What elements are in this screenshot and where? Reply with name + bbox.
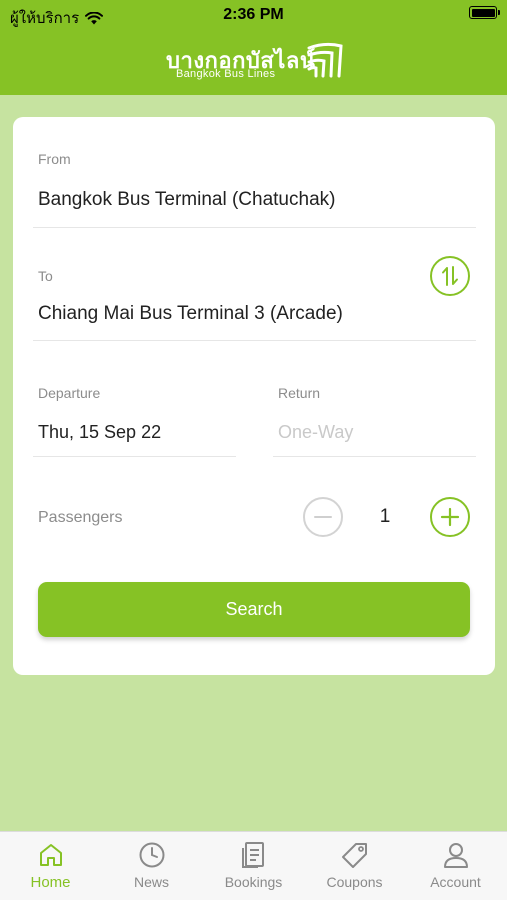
return-field[interactable]: One-Way (278, 422, 353, 443)
status-bar: ผู้ให้บริการ 2:36 PM (0, 0, 507, 30)
tab-bookings-label: Bookings (224, 874, 283, 890)
bottom-tab-bar: Home News Bookings Coupons Account (0, 831, 507, 900)
logo-english-text: Bangkok Bus Lines (176, 68, 276, 80)
search-form-card: From Bangkok Bus Terminal (Chatuchak) To… (13, 117, 495, 675)
tab-account-label: Account (430, 874, 481, 890)
from-field[interactable]: Bangkok Bus Terminal (Chatuchak) (38, 189, 335, 211)
departure-label: Departure (38, 385, 101, 401)
tab-account[interactable]: Account (405, 832, 506, 900)
app-header: ผู้ให้บริการ 2:36 PM บางกอกบัสไลน์ Bangk… (0, 0, 507, 95)
logo-mark-icon (307, 42, 343, 78)
return-divider (273, 456, 476, 457)
minus-icon (314, 516, 332, 518)
bangkok-bus-lines-logo: บางกอกบัสไลน์ Bangkok Bus Lines (162, 40, 352, 84)
tab-home-label: Home (30, 874, 71, 891)
tab-bookings[interactable]: Bookings (203, 832, 304, 900)
to-label: To (38, 268, 53, 284)
tab-home[interactable]: Home (0, 832, 101, 900)
passengers-label: Passengers (38, 509, 123, 526)
battery-icon (469, 6, 500, 19)
tag-icon (341, 843, 367, 868)
departure-field[interactable]: Thu, 15 Sep 22 (38, 422, 161, 443)
document-icon (241, 842, 264, 868)
to-divider (33, 340, 476, 341)
increase-passengers-button[interactable] (430, 497, 470, 537)
status-time: 2:36 PM (223, 6, 284, 23)
from-divider (33, 227, 476, 228)
to-field[interactable]: Chiang Mai Bus Terminal 3 (Arcade) (38, 303, 343, 325)
from-label: From (38, 151, 71, 167)
departure-divider (33, 456, 236, 457)
decrease-passengers-button[interactable] (303, 497, 343, 537)
tab-news-label: News (133, 874, 169, 890)
swap-stations-button[interactable] (430, 256, 470, 296)
return-label: Return (278, 385, 321, 401)
tab-news[interactable]: News (101, 832, 202, 900)
person-icon (443, 843, 468, 868)
swap-arrows-icon (442, 266, 458, 286)
status-right (469, 6, 500, 19)
plus-icon (440, 507, 460, 527)
tab-coupons-label: Coupons (326, 874, 383, 890)
clock-icon (139, 842, 164, 868)
home-icon (39, 844, 62, 866)
passenger-count: 1 (379, 506, 391, 527)
tab-coupons[interactable]: Coupons (304, 832, 405, 900)
search-button[interactable]: Search (38, 582, 470, 637)
